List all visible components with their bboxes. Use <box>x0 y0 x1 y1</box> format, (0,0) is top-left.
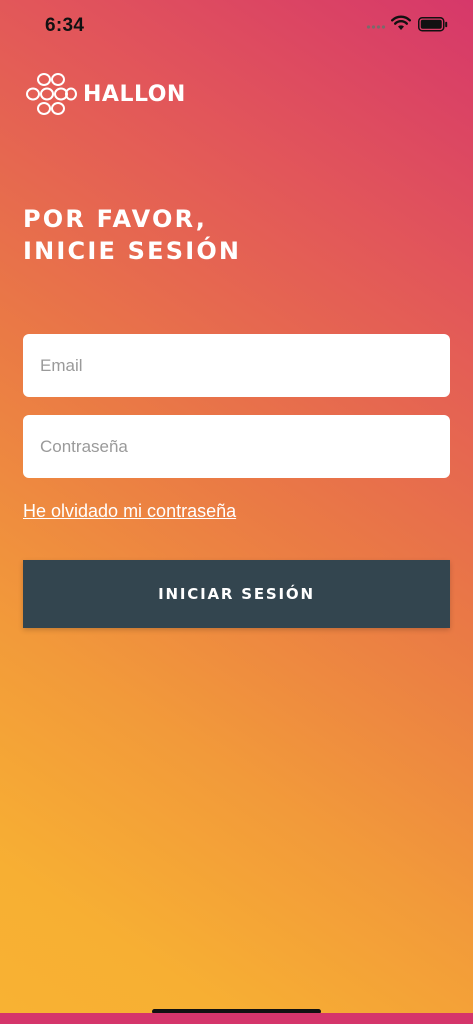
brand-logo: HALLON <box>25 72 186 116</box>
bottom-strip <box>0 1013 473 1024</box>
login-button[interactable]: INICIAR SESIÓN <box>23 560 450 628</box>
battery-icon <box>418 17 448 32</box>
status-bar: 6:34 <box>0 0 473 50</box>
wifi-icon <box>391 15 411 30</box>
page-title: POR FAVOR, INICIE SESIÓN <box>23 203 241 267</box>
email-field[interactable] <box>23 334 450 397</box>
title-line-1: POR FAVOR, <box>23 205 208 233</box>
forgot-password-link[interactable]: He olvidado mi contraseña <box>23 501 236 522</box>
brand-name: HALLON <box>83 81 186 107</box>
title-line-2: INICIE SESIÓN <box>23 237 242 265</box>
password-field[interactable] <box>23 415 450 478</box>
hallon-cluster-icon <box>26 73 77 115</box>
cellular-signal-icon <box>366 25 386 29</box>
status-time: 6:34 <box>45 15 85 36</box>
